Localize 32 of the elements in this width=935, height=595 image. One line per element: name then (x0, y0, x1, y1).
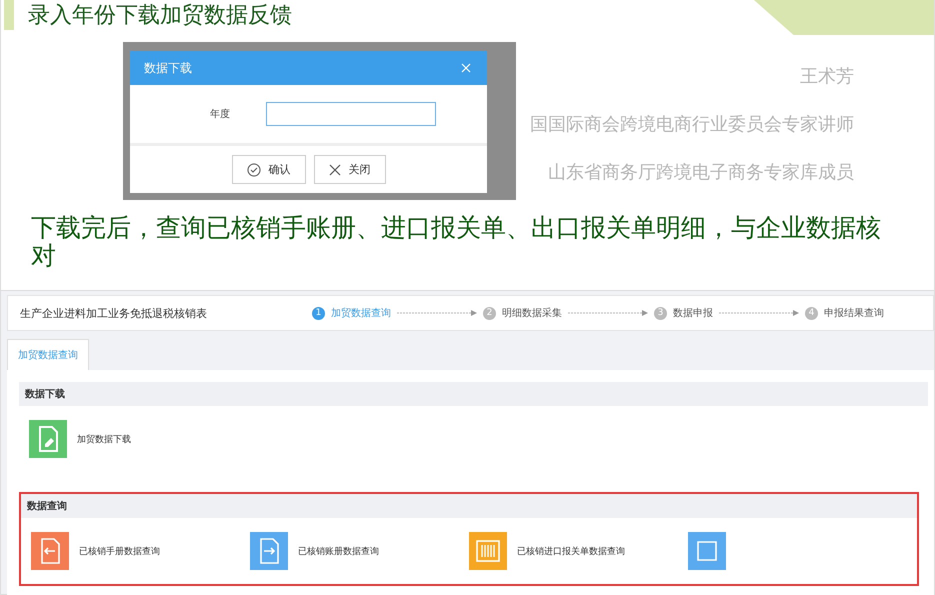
step-arrow-icon (719, 310, 799, 316)
background-text: 山东省商务厅跨境电子商务专家库成员 (548, 161, 854, 184)
background-text: 王术芳 (800, 65, 854, 88)
step-number: 4 (805, 306, 818, 320)
title-accent-bar (4, 0, 14, 30)
barcode-document-icon[interactable] (469, 532, 507, 570)
query-item-label[interactable]: 加贸数据下载 (77, 432, 131, 446)
slide-title: 录入年份下载加贸数据反馈 (28, 2, 292, 30)
close-button[interactable]: 关闭 (314, 155, 386, 184)
step-arrow-icon (397, 310, 477, 316)
section-title: 数据查询 (21, 494, 917, 518)
step-number: 1 (312, 306, 325, 320)
close-icon (328, 164, 340, 176)
query-item-label[interactable]: 已核销账册数据查询 (298, 544, 379, 558)
step-label[interactable]: 数据申报 (673, 306, 713, 320)
step-label[interactable]: 申报结果查询 (824, 306, 884, 320)
year-input-field[interactable] (266, 102, 436, 126)
slide-caption: 下载完后，查询已核销手账册、进口报关单、出口报关单明细，与企业数据核对 (30, 214, 882, 270)
check-circle-icon (246, 162, 260, 176)
step-number: 3 (654, 306, 667, 320)
background-text: 国国际商会跨境电商行业委员会专家讲师 (530, 113, 854, 136)
query-item-label[interactable]: 已核销手册数据查询 (79, 544, 160, 558)
step-number: 2 (483, 306, 496, 320)
step-label[interactable]: 明细数据采集 (502, 306, 562, 320)
app-title: 生产企业进料加工业务免抵退税核销表 (20, 306, 208, 320)
query-item-label[interactable]: 已核销进口报关单数据查询 (517, 544, 625, 558)
confirm-button[interactable]: 确认 (232, 155, 306, 184)
section-title: 数据下载 (19, 382, 928, 406)
dialog-title: 数据下载 (144, 60, 192, 76)
close-icon[interactable] (461, 63, 471, 73)
field-label: 年度 (210, 108, 231, 121)
step-arrow-icon (568, 310, 648, 316)
